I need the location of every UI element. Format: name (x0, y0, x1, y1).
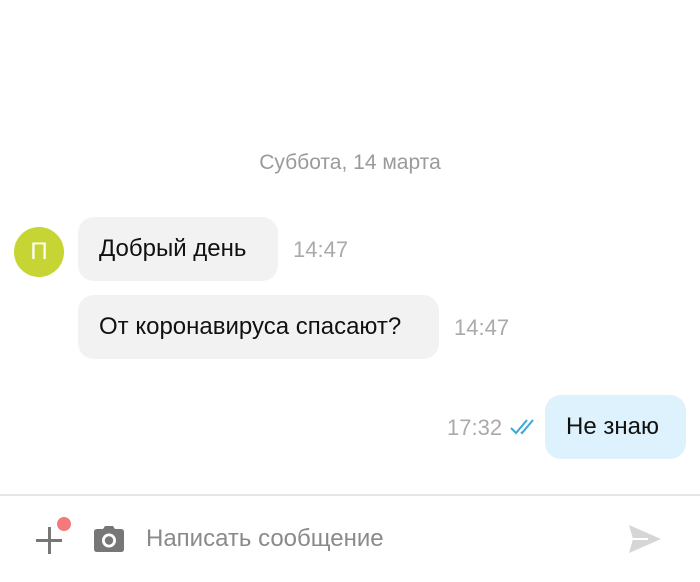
message-time: 17:32 (447, 415, 503, 440)
send-icon[interactable] (628, 524, 662, 554)
message-text: Не знаю (566, 413, 659, 440)
plus-icon-vertical (47, 527, 51, 554)
chat-screen: Суббота, 14 марта П Добрый день 14:47 От… (0, 0, 700, 582)
avatar[interactable]: П (14, 227, 64, 277)
message-composer (0, 496, 700, 582)
date-separator: Суббота, 14 марта (259, 151, 441, 174)
attach-button[interactable] (32, 517, 72, 562)
message-bubble-outgoing[interactable]: Не знаю (545, 395, 686, 459)
message-input[interactable] (146, 523, 596, 555)
message-bubble-incoming[interactable]: Добрый день (78, 217, 278, 281)
read-receipt-icon (510, 419, 534, 435)
notification-dot (57, 517, 71, 531)
message-text: Добрый день (99, 235, 247, 262)
message-bubble-incoming[interactable]: От коронавируса спасают? (78, 295, 439, 359)
message-time: 14:47 (454, 315, 510, 340)
camera-icon[interactable] (94, 526, 124, 552)
message-text: От коронавируса спасают? (99, 313, 402, 340)
message-time: 14:47 (293, 237, 349, 262)
avatar-letter: П (30, 238, 48, 265)
